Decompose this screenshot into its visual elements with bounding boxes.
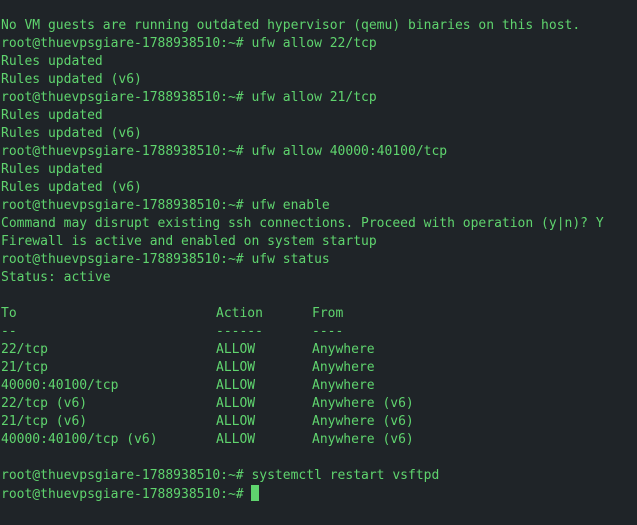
- separator-from: ----: [312, 324, 344, 339]
- output-line: Rules updated (v6): [1, 126, 142, 141]
- output-line: No VM guests are running outdated hyperv…: [1, 18, 581, 33]
- table-row: 40000:40100/tcp ALLOW Anywhere: [1, 377, 637, 395]
- table-row: 21/tcp ALLOW Anywhere: [1, 359, 637, 377]
- output-line: Firewall is active and enabled on system…: [1, 234, 377, 249]
- output-line: Rules updated: [1, 108, 103, 123]
- rule-from: Anywhere (v6): [312, 414, 414, 429]
- terminal-window[interactable]: No VM guests are running outdated hyperv…: [0, 0, 637, 525]
- text-cursor: [251, 485, 260, 501]
- rule-to: 22/tcp: [1, 342, 48, 357]
- rule-from: Anywhere: [312, 360, 375, 375]
- rule-action: ALLOW: [216, 342, 256, 357]
- rule-action: ALLOW: [216, 396, 256, 411]
- column-header-to: To: [1, 306, 17, 321]
- active-prompt-line[interactable]: root@thuevpsgiare-1788938510:~#: [1, 485, 637, 503]
- output-line: Rules updated: [1, 162, 103, 177]
- table-row: 21/tcp (v6) ALLOW Anywhere (v6): [1, 413, 637, 431]
- rule-to: 40000:40100/tcp (v6): [1, 432, 158, 447]
- rule-to: 21/tcp (v6): [1, 414, 88, 429]
- rule-action: ALLOW: [216, 378, 256, 393]
- table-row: 22/tcp (v6) ALLOW Anywhere (v6): [1, 395, 637, 413]
- table-row: 40000:40100/tcp (v6) ALLOW Anywhere (v6): [1, 431, 637, 449]
- output-line: Status: active: [1, 270, 111, 285]
- rule-action: ALLOW: [216, 360, 256, 375]
- output-line: Command may disrupt existing ssh connect…: [1, 216, 604, 231]
- separator-action: ------: [216, 324, 263, 339]
- command-line: root@thuevpsgiare-1788938510:~# systemct…: [1, 468, 440, 483]
- rule-from: Anywhere: [312, 378, 375, 393]
- rule-action: ALLOW: [216, 432, 256, 447]
- table-separator-row: -- ------ ----: [1, 323, 637, 341]
- rule-to: 22/tcp (v6): [1, 396, 88, 411]
- separator-to: --: [1, 324, 17, 339]
- command-line: root@thuevpsgiare-1788938510:~# ufw enab…: [1, 198, 330, 213]
- shell-prompt: root@thuevpsgiare-1788938510:~#: [1, 487, 252, 502]
- terminal-output-before-table: No VM guests are running outdated hyperv…: [1, 17, 637, 305]
- rule-to: 40000:40100/tcp: [1, 378, 119, 393]
- output-line: Rules updated: [1, 54, 103, 69]
- rule-from: Anywhere (v6): [312, 432, 414, 447]
- column-header-action: Action: [216, 306, 263, 321]
- column-header-from: From: [312, 306, 344, 321]
- rule-from: Anywhere: [312, 342, 375, 357]
- output-line: Rules updated (v6): [1, 180, 142, 195]
- rule-from: Anywhere (v6): [312, 396, 414, 411]
- command-line: root@thuevpsgiare-1788938510:~# ufw allo…: [1, 90, 377, 105]
- table-row: 22/tcp ALLOW Anywhere: [1, 341, 637, 359]
- table-header-row: To Action From: [1, 305, 637, 323]
- command-line: root@thuevpsgiare-1788938510:~# ufw allo…: [1, 36, 377, 51]
- rule-to: 21/tcp: [1, 360, 48, 375]
- command-line: root@thuevpsgiare-1788938510:~# ufw stat…: [1, 252, 330, 267]
- output-line: Rules updated (v6): [1, 72, 142, 87]
- terminal-output-after-table: root@thuevpsgiare-1788938510:~# systemct…: [1, 449, 637, 485]
- ufw-status-table: To Action From -- ------ ---- 22/tcp ALL…: [1, 305, 637, 449]
- rule-action: ALLOW: [216, 414, 256, 429]
- command-line: root@thuevpsgiare-1788938510:~# ufw allo…: [1, 144, 448, 159]
